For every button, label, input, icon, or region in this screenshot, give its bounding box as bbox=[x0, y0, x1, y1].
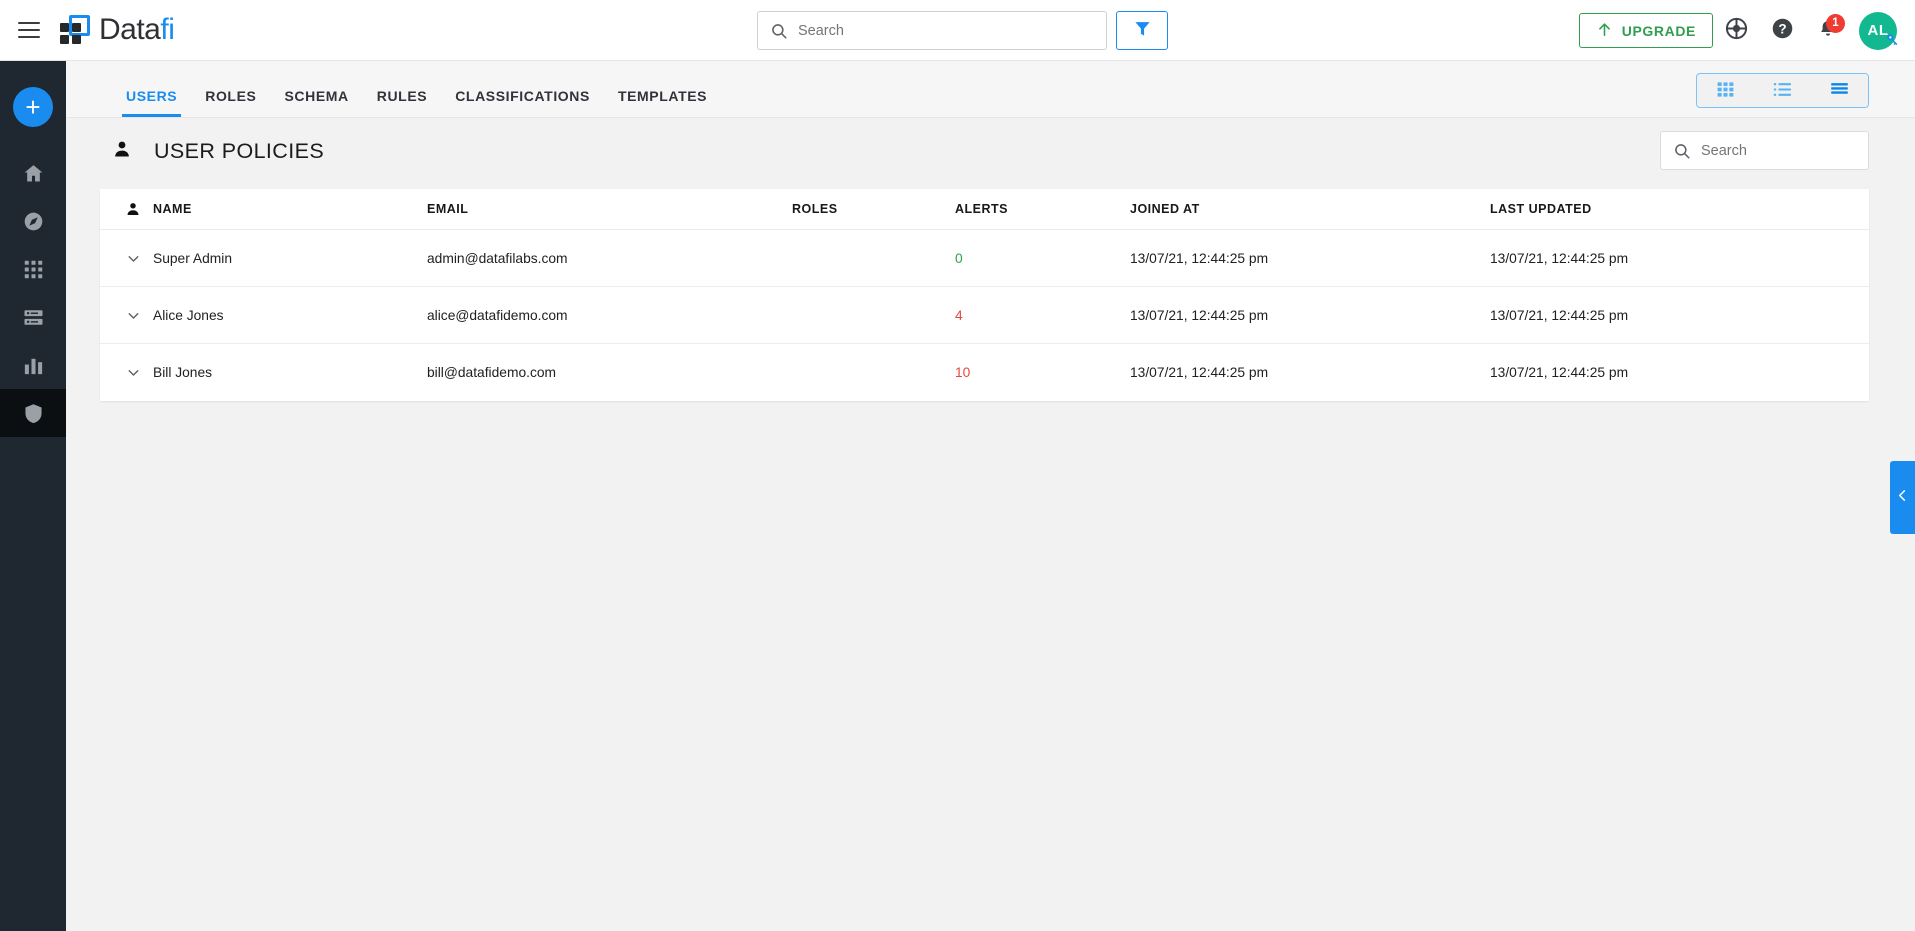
sidebar-item-security[interactable] bbox=[0, 389, 66, 437]
list-view-button[interactable] bbox=[1754, 74, 1811, 107]
notification-badge: 1 bbox=[1826, 13, 1845, 33]
compass-explore-icon bbox=[22, 210, 45, 233]
right-panel-toggle[interactable] bbox=[1890, 461, 1915, 534]
grid-view-icon bbox=[1716, 80, 1735, 102]
search-icon bbox=[1673, 142, 1691, 160]
column-header-joined[interactable]: JOINED AT bbox=[1130, 202, 1490, 216]
column-header-name[interactable]: NAME bbox=[153, 202, 192, 216]
tab-schema[interactable]: SCHEMA bbox=[270, 88, 362, 117]
sidebar-item-apps[interactable] bbox=[0, 245, 66, 293]
hamburger-menu-icon[interactable] bbox=[18, 22, 40, 38]
shield-icon bbox=[22, 402, 45, 425]
filter-funnel-icon bbox=[1133, 19, 1152, 43]
datafi-logo-icon bbox=[60, 15, 90, 45]
apps-grid-icon bbox=[23, 259, 44, 280]
page-header: USER POLICIES bbox=[66, 118, 1915, 184]
left-sidebar-rail: + bbox=[0, 61, 66, 931]
arrow-up-icon bbox=[1596, 21, 1613, 41]
add-button[interactable]: + bbox=[13, 87, 53, 127]
view-toggle-group bbox=[1696, 73, 1869, 108]
global-search-input[interactable] bbox=[798, 22, 1094, 39]
tab-roles[interactable]: ROLES bbox=[191, 88, 270, 117]
brand-name: Datafi bbox=[99, 13, 175, 47]
search-icon bbox=[770, 22, 788, 40]
grid-view-button[interactable] bbox=[1697, 74, 1754, 107]
support-button[interactable] bbox=[1713, 8, 1759, 54]
tab-templates[interactable]: TEMPLATES bbox=[604, 88, 721, 117]
user-email: admin@datafilabs.com bbox=[427, 250, 568, 266]
tab-classifications[interactable]: CLASSIFICATIONS bbox=[441, 88, 604, 117]
upgrade-button-label: UPGRADE bbox=[1621, 22, 1696, 39]
person-icon bbox=[113, 201, 153, 217]
user-alerts[interactable]: 10 bbox=[955, 365, 1130, 380]
user-policies-table: NAME EMAIL ROLES ALERTS JOINED AT LAST U… bbox=[100, 189, 1869, 401]
user-email: alice@datafidemo.com bbox=[427, 307, 568, 323]
bar-chart-icon bbox=[22, 354, 45, 377]
table-header-name-cell: NAME bbox=[100, 201, 427, 217]
top-navigation-bar: Datafi UPGRADE bbox=[0, 0, 1915, 61]
table-header-row: NAME EMAIL ROLES ALERTS JOINED AT LAST U… bbox=[100, 189, 1869, 230]
person-icon bbox=[112, 139, 132, 164]
tab-bar: USERS ROLES SCHEMA RULES CLASSIFICATIONS… bbox=[66, 61, 1915, 118]
key-icon bbox=[1885, 32, 1900, 52]
column-header-email[interactable]: EMAIL bbox=[427, 202, 792, 216]
table-view-icon bbox=[1829, 80, 1850, 102]
row-name-cell: Bill Jones bbox=[100, 364, 427, 381]
table-row[interactable]: Alice Jones alice@datafidemo.com 4 13/07… bbox=[100, 287, 1869, 344]
brand-logo[interactable]: Datafi bbox=[60, 13, 175, 47]
table-view-button[interactable] bbox=[1811, 74, 1868, 107]
sidebar-item-analytics[interactable] bbox=[0, 341, 66, 389]
notifications-button[interactable]: 1 bbox=[1805, 8, 1851, 54]
svg-text:?: ? bbox=[1778, 21, 1786, 36]
sidebar-item-home[interactable] bbox=[0, 149, 66, 197]
help-circle-icon: ? bbox=[1770, 16, 1795, 46]
help-button[interactable]: ? bbox=[1759, 8, 1805, 54]
page-title-group: USER POLICIES bbox=[112, 139, 324, 164]
user-name: Alice Jones bbox=[153, 307, 224, 323]
table-row[interactable]: Bill Jones bill@datafidemo.com 10 13/07/… bbox=[100, 344, 1869, 401]
tab-rules[interactable]: RULES bbox=[363, 88, 441, 117]
column-header-roles[interactable]: ROLES bbox=[792, 202, 955, 216]
brand-name-second: fi bbox=[160, 13, 175, 46]
brand-name-first: Data bbox=[99, 13, 161, 46]
main-content: USERS ROLES SCHEMA RULES CLASSIFICATIONS… bbox=[66, 61, 1915, 931]
chevron-left-icon bbox=[1895, 488, 1910, 508]
user-last-updated: 13/07/21, 12:44:25 pm bbox=[1490, 250, 1629, 266]
lifebuoy-icon bbox=[1724, 16, 1749, 46]
page-title: USER POLICIES bbox=[154, 138, 325, 163]
table-search-input[interactable] bbox=[1701, 142, 1856, 159]
sidebar-item-storage[interactable] bbox=[0, 293, 66, 341]
user-alerts[interactable]: 0 bbox=[955, 251, 1130, 266]
user-name: Bill Jones bbox=[153, 365, 213, 380]
tab-users[interactable]: USERS bbox=[112, 88, 191, 117]
row-name-cell: Alice Jones bbox=[100, 307, 427, 324]
table-row[interactable]: Super Admin admin@datafilabs.com 0 13/07… bbox=[100, 230, 1869, 287]
column-header-alerts[interactable]: ALERTS bbox=[955, 202, 1130, 216]
row-name-cell: Super Admin bbox=[100, 250, 427, 267]
global-search-area bbox=[757, 11, 1168, 50]
tab-list: USERS ROLES SCHEMA RULES CLASSIFICATIONS… bbox=[66, 88, 721, 117]
table-search-box[interactable] bbox=[1660, 131, 1869, 170]
expand-row-chevron-down-icon[interactable] bbox=[113, 307, 153, 324]
user-alerts[interactable]: 4 bbox=[955, 308, 1130, 323]
user-email: bill@datafidemo.com bbox=[427, 365, 557, 380]
top-bar-actions: UPGRADE ? 1 AL bbox=[1578, 0, 1901, 61]
avatar[interactable]: AL bbox=[1855, 8, 1901, 54]
list-view-icon bbox=[1772, 80, 1793, 102]
database-storage-icon bbox=[22, 306, 45, 329]
global-search-box[interactable] bbox=[757, 11, 1107, 50]
upgrade-button[interactable]: UPGRADE bbox=[1578, 13, 1713, 48]
column-header-updated[interactable]: LAST UPDATED bbox=[1490, 202, 1869, 216]
filter-button[interactable] bbox=[1116, 11, 1168, 50]
expand-row-chevron-down-icon[interactable] bbox=[113, 364, 153, 381]
sidebar-item-explore[interactable] bbox=[0, 197, 66, 245]
user-joined-at: 13/07/21, 12:44:25 pm bbox=[1130, 365, 1269, 380]
user-last-updated: 13/07/21, 12:44:25 pm bbox=[1490, 307, 1629, 323]
user-joined-at: 13/07/21, 12:44:25 pm bbox=[1130, 307, 1269, 323]
user-last-updated: 13/07/21, 12:44:25 pm bbox=[1490, 365, 1629, 380]
user-name: Super Admin bbox=[153, 250, 232, 266]
user-joined-at: 13/07/21, 12:44:25 pm bbox=[1130, 250, 1269, 266]
home-icon bbox=[22, 162, 45, 185]
expand-row-chevron-down-icon[interactable] bbox=[113, 250, 153, 267]
